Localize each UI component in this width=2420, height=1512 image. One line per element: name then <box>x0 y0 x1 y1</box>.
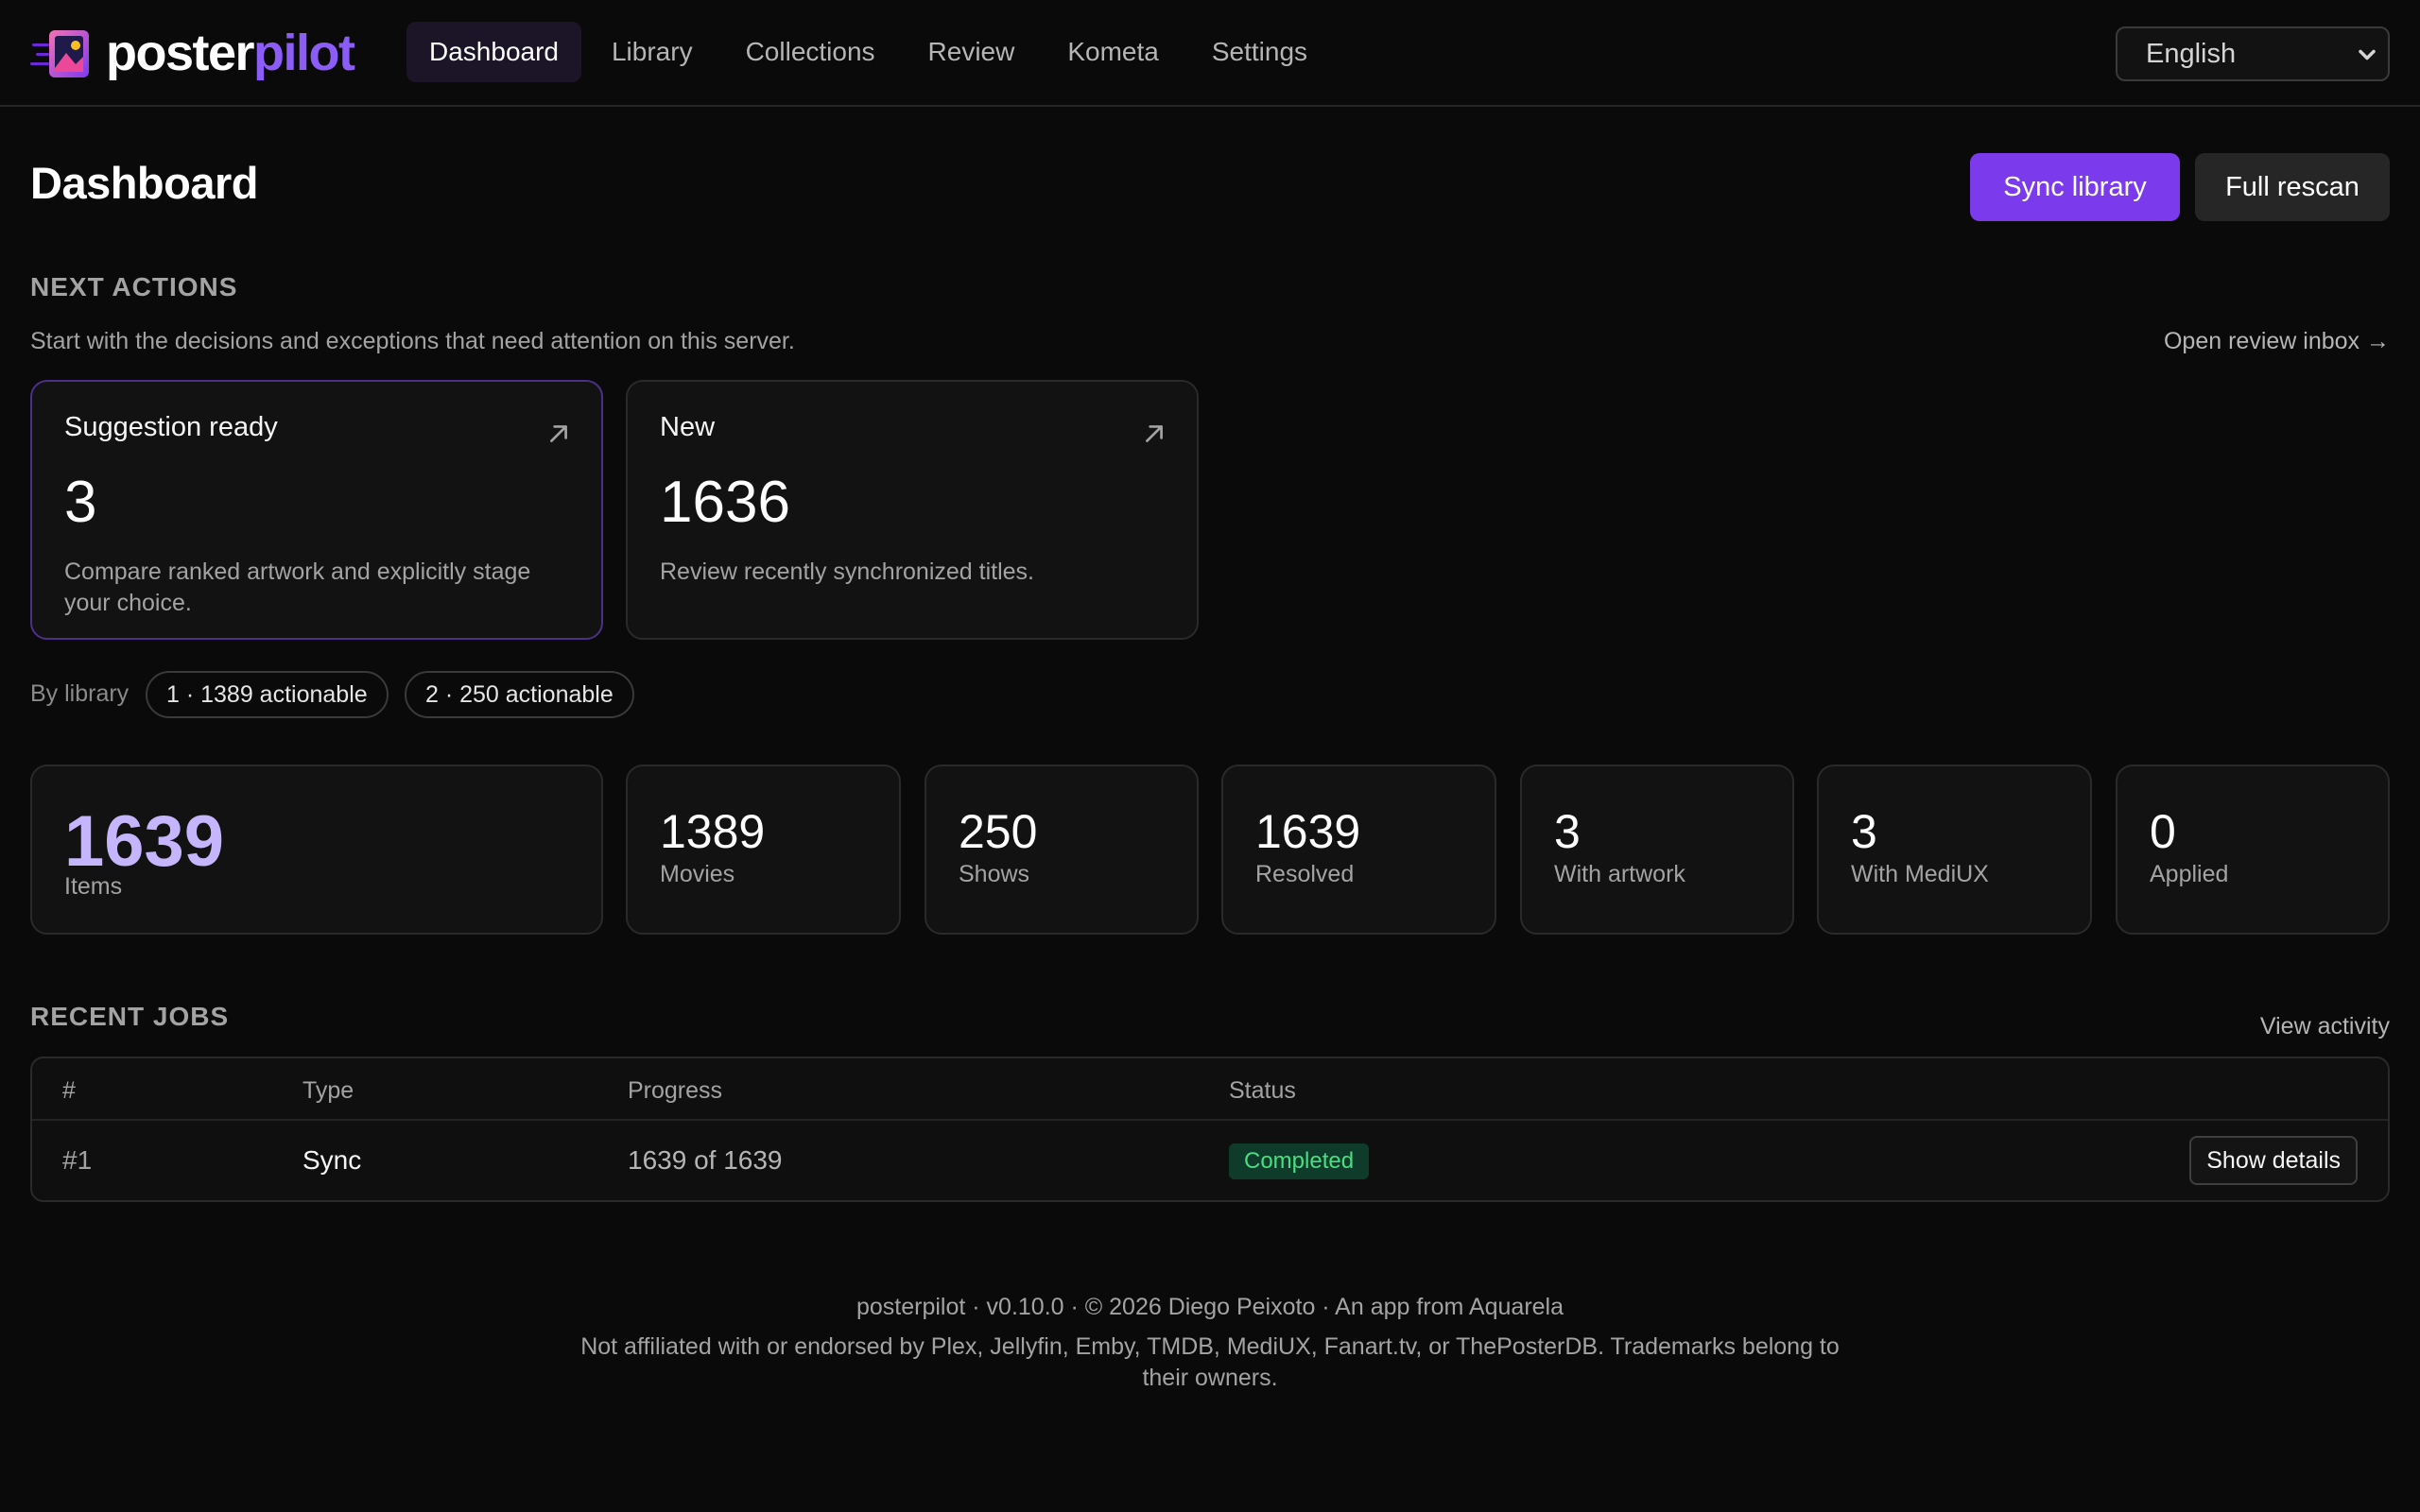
library-chip-1[interactable]: 1 · 1389 actionable <box>146 671 389 718</box>
card-description: Review recently synchronized titles. <box>660 558 1034 585</box>
full-rescan-button[interactable]: Full rescan <box>2195 153 2390 221</box>
language-value: English <box>2146 38 2237 69</box>
next-actions-heading: NEXT ACTIONS <box>30 272 238 301</box>
column-header-type: Type <box>302 1077 354 1104</box>
card-title: Suggestion ready <box>64 412 278 442</box>
stat-label: Resolved <box>1255 861 1355 887</box>
stat-label: With artwork <box>1554 861 1685 887</box>
app-logo[interactable]: posterpilot <box>30 25 355 81</box>
language-select[interactable]: English <box>2116 26 2390 81</box>
next-actions-subtext: Start with the decisions and exceptions … <box>30 328 795 354</box>
stat-label: Movies <box>660 861 735 887</box>
column-header-progress: Progress <box>628 1077 723 1104</box>
app-name: posterpilot <box>106 25 355 81</box>
status-badge: Completed <box>1229 1143 1370 1179</box>
stat-with-artwork: 3 With artwork <box>1520 765 1794 935</box>
footer-disclaimer: Not affiliated with or endorsed by Plex,… <box>580 1333 1840 1391</box>
view-activity-link[interactable]: View activity <box>2260 1013 2390 1040</box>
recent-jobs-table: # Type Progress Status #1 Sync 1639 of 1… <box>30 1057 2390 1202</box>
stat-value: 250 <box>959 805 1038 858</box>
show-details-button[interactable]: Show details <box>2189 1136 2358 1185</box>
stat-shows: 250 Shows <box>925 765 1199 935</box>
stat-resolved: 1639 Resolved <box>1221 765 1496 935</box>
stat-items: 1639 Items <box>30 765 603 935</box>
stat-with-mediux: 3 With MediUX <box>1817 765 2092 935</box>
card-description: Compare ranked artwork and explicitly st… <box>64 558 531 616</box>
stat-label: Applied <box>2150 861 2229 887</box>
job-type: Sync <box>302 1145 362 1175</box>
stat-value: 3 <box>1851 805 1877 858</box>
recent-jobs-heading: RECENT JOBS <box>30 1002 230 1031</box>
new-titles-card[interactable]: New 1636 Review recently synchronized ti… <box>626 380 1199 640</box>
stat-label: Shows <box>959 861 1030 887</box>
stat-value: 1639 <box>1255 805 1361 858</box>
stat-label: With MediUX <box>1851 861 1989 887</box>
suggestion-ready-card[interactable]: Suggestion ready 3 Compare ranked artwor… <box>30 380 603 640</box>
stat-movies: 1389 Movies <box>626 765 901 935</box>
stat-label: Items <box>64 873 123 900</box>
open-review-inbox-link[interactable]: Open review inbox → <box>2164 328 2390 355</box>
arrow-up-right-icon <box>550 425 567 442</box>
footer-credits: posterpilot · v0.10.0 · © 2026 Diego Pei… <box>856 1294 1564 1320</box>
by-library-label: By library <box>30 680 130 707</box>
page-title: Dashboard <box>30 158 259 208</box>
arrow-up-right-icon <box>1146 425 1163 442</box>
stat-value: 1389 <box>660 805 766 858</box>
nav-kometa[interactable]: Kometa <box>1045 22 1182 82</box>
logo-icon <box>30 30 89 77</box>
stat-value: 0 <box>2150 805 2176 858</box>
chevron-down-icon <box>2359 49 2376 60</box>
card-title: New <box>660 412 716 442</box>
top-navigation-bar: posterpilot Dashboard Library Collection… <box>0 0 2420 107</box>
nav-review[interactable]: Review <box>906 22 1038 82</box>
table-header: # Type Progress Status <box>32 1058 2388 1121</box>
library-chip-2[interactable]: 2 · 250 actionable <box>405 671 634 718</box>
job-id: #1 <box>62 1145 93 1175</box>
column-header-id: # <box>62 1077 76 1104</box>
card-count: 3 <box>64 470 97 535</box>
card-count: 1636 <box>660 470 790 535</box>
stat-value: 3 <box>1554 805 1581 858</box>
nav-library[interactable]: Library <box>589 22 716 82</box>
nav-settings[interactable]: Settings <box>1189 22 1330 82</box>
stat-value: 1639 <box>64 801 225 882</box>
main-nav: Dashboard Library Collections Review Kom… <box>406 22 1330 82</box>
nav-dashboard[interactable]: Dashboard <box>406 22 581 82</box>
job-progress: 1639 of 1639 <box>628 1145 783 1175</box>
column-header-status: Status <box>1229 1077 1296 1104</box>
stat-applied: 0 Applied <box>2116 765 2390 935</box>
nav-collections[interactable]: Collections <box>723 22 898 82</box>
sync-library-button[interactable]: Sync library <box>1970 153 2180 221</box>
